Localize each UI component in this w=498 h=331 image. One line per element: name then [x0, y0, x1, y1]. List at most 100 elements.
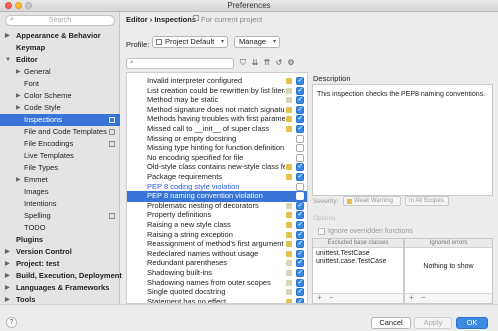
- inspection-enabled-checkbox[interactable]: [296, 86, 304, 96]
- sidebar-item-label: Font: [24, 79, 40, 88]
- collapsed-arrow-icon[interactable]: ▶: [16, 174, 21, 186]
- apply-button[interactable]: Apply: [414, 317, 452, 329]
- sidebar-item[interactable]: ▶ Project: test: [0, 258, 120, 270]
- severity-indicator-icon: [286, 260, 292, 267]
- inspection-enabled-checkbox[interactable]: [296, 153, 304, 162]
- severity-indicator-icon: [286, 87, 292, 94]
- excluded-class-item[interactable]: unittest.case.TestCase: [316, 258, 386, 265]
- severity-indicator-icon: [286, 231, 292, 238]
- excluded-pane-toolbar: + −: [313, 293, 403, 303]
- collapsed-arrow-icon[interactable]: ▶: [5, 270, 10, 282]
- remove-icon[interactable]: −: [421, 293, 426, 302]
- inspection-row[interactable]: Statement has no effect: [127, 297, 307, 303]
- inspection-enabled-checkbox[interactable]: [296, 105, 304, 115]
- add-icon[interactable]: +: [409, 293, 414, 302]
- inspection-enabled-checkbox[interactable]: [296, 230, 304, 240]
- sidebar-item-label: Keymap: [16, 43, 46, 52]
- sidebar-item[interactable]: ▶ Color Scheme: [0, 90, 120, 102]
- inspection-enabled-checkbox[interactable]: [296, 182, 304, 191]
- sidebar-item[interactable]: Inspections: [0, 114, 120, 126]
- inspection-enabled-checkbox[interactable]: [296, 124, 304, 134]
- inspection-enabled-checkbox[interactable]: [296, 210, 304, 220]
- inspection-enabled-checkbox[interactable]: [296, 172, 304, 182]
- sidebar-item[interactable]: ▼ Editor: [0, 54, 120, 66]
- excluded-class-item[interactable]: unittest.TestCase: [316, 250, 370, 257]
- inspection-enabled-checkbox[interactable]: [296, 278, 304, 288]
- expanded-arrow-icon[interactable]: ▼: [5, 54, 11, 66]
- description-text: This inspection checks the PEP8 naming c…: [317, 91, 486, 98]
- project-level-icon: [109, 213, 115, 219]
- collapsed-arrow-icon[interactable]: ▶: [5, 246, 10, 258]
- collapsed-arrow-icon[interactable]: ▶: [5, 30, 10, 42]
- remove-icon[interactable]: −: [329, 293, 334, 302]
- severity-indicator-icon: [286, 126, 292, 132]
- sidebar-item[interactable]: Keymap: [0, 42, 120, 54]
- sidebar-item[interactable]: Live Templates: [0, 150, 120, 162]
- project-level-icon: [109, 129, 115, 135]
- collapsed-arrow-icon[interactable]: ▶: [16, 66, 21, 78]
- sidebar-item[interactable]: ▶ Version Control: [0, 246, 120, 258]
- scope-dropdown[interactable]: In All Scopes: [405, 196, 449, 206]
- window-title: Preferences: [227, 1, 271, 10]
- inspection-enabled-checkbox[interactable]: [296, 114, 304, 124]
- collapsed-arrow-icon[interactable]: ▶: [5, 282, 10, 294]
- sidebar-item[interactable]: ▶ Languages & Frameworks: [0, 282, 120, 294]
- expand-all-icon[interactable]: ⇊: [250, 58, 260, 67]
- inspection-enabled-checkbox[interactable]: [296, 258, 304, 268]
- sidebar-item[interactable]: ▶ Build, Execution, Deployment: [0, 270, 122, 282]
- sidebar-item[interactable]: ▶ Code Style: [0, 102, 120, 114]
- sidebar-item[interactable]: ▶ Appearance & Behavior: [0, 30, 120, 42]
- collapse-all-icon[interactable]: ⇈: [262, 58, 272, 67]
- inspection-enabled-checkbox[interactable]: [296, 220, 304, 230]
- sidebar-item[interactable]: TODO: [0, 222, 120, 234]
- severity-indicator-icon: [286, 202, 292, 209]
- inspection-enabled-checkbox[interactable]: [296, 162, 304, 172]
- project-level-icon: [109, 141, 115, 147]
- sidebar-item[interactable]: ▶ Emmet: [0, 174, 120, 186]
- inspection-enabled-checkbox[interactable]: [296, 239, 304, 249]
- severity-indicator-icon: [286, 241, 292, 248]
- severity-indicator-icon: [286, 106, 292, 113]
- sidebar-item-label: Images: [24, 187, 49, 196]
- sidebar-item[interactable]: Font: [0, 78, 120, 90]
- profile-dropdown[interactable]: Project Default ▾: [152, 36, 228, 48]
- options-label: Options: [313, 215, 336, 222]
- severity-indicator-icon: [286, 212, 292, 219]
- manage-button[interactable]: Manage ▾: [234, 36, 280, 48]
- sidebar-item[interactable]: File Types: [0, 162, 120, 174]
- empty-state-text: Nothing to show: [423, 263, 474, 270]
- collapsed-arrow-icon[interactable]: ▶: [16, 90, 21, 102]
- sidebar-item[interactable]: Plugins: [0, 234, 120, 246]
- ok-button[interactable]: OK: [456, 317, 488, 329]
- sidebar-item[interactable]: Images: [0, 186, 120, 198]
- collapsed-arrow-icon[interactable]: ▶: [5, 258, 10, 270]
- sidebar-item[interactable]: File Encodings: [0, 138, 120, 150]
- inspection-filter-input[interactable]: ⌕: [126, 58, 234, 69]
- inspection-enabled-checkbox[interactable]: [296, 144, 304, 153]
- sidebar-item-label: TODO: [24, 223, 46, 232]
- add-icon[interactable]: +: [317, 293, 322, 302]
- inspection-enabled-checkbox[interactable]: [296, 249, 304, 259]
- sidebar-item[interactable]: Intentions: [0, 198, 120, 210]
- ignore-overridden-checkbox[interactable]: [318, 228, 325, 235]
- inspection-enabled-checkbox[interactable]: [296, 76, 304, 86]
- help-button[interactable]: ?: [6, 317, 17, 328]
- sidebar-item[interactable]: Spelling: [0, 210, 120, 222]
- severity-dropdown[interactable]: Weak Warning: [343, 196, 401, 206]
- sidebar-item[interactable]: ▶ General: [0, 66, 120, 78]
- settings-gear-icon[interactable]: ⚙: [286, 58, 296, 67]
- inspection-enabled-checkbox[interactable]: [296, 268, 304, 278]
- settings-search-input[interactable]: ⌕ Search: [5, 15, 115, 26]
- inspection-enabled-checkbox[interactable]: [296, 95, 304, 105]
- inspection-enabled-checkbox[interactable]: [296, 134, 304, 143]
- inspection-enabled-checkbox[interactable]: [296, 287, 304, 297]
- inspection-enabled-checkbox[interactable]: [296, 192, 304, 201]
- collapsed-arrow-icon[interactable]: ▶: [16, 102, 21, 114]
- reset-icon[interactable]: ↺: [274, 58, 284, 67]
- scope-note: For current project: [201, 15, 263, 24]
- sidebar-item[interactable]: File and Code Templates: [0, 126, 120, 138]
- inspection-enabled-checkbox[interactable]: [296, 201, 304, 211]
- filter-icon[interactable]: ⛉: [238, 58, 248, 68]
- breadcrumb: Editor › Inspections: [126, 15, 197, 24]
- cancel-button[interactable]: Cancel: [371, 317, 411, 329]
